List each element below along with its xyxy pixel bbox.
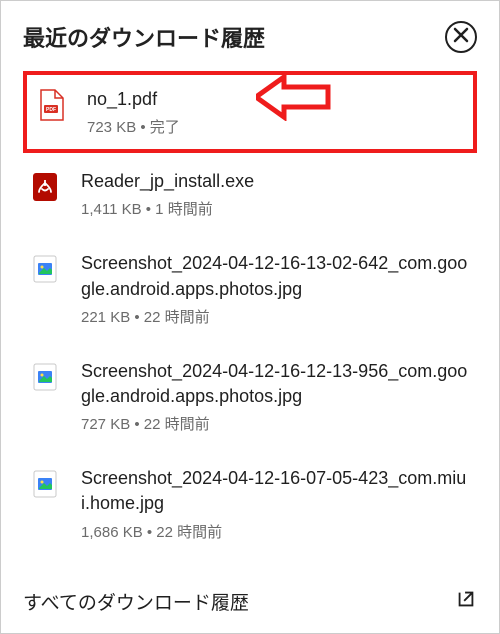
download-item[interactable]: Screenshot_2024-04-12-16-12-13-956_com.g… bbox=[23, 349, 477, 444]
close-button[interactable] bbox=[445, 21, 477, 53]
file-name: Screenshot_2024-04-12-16-07-05-423_com.m… bbox=[81, 466, 469, 516]
file-info: Screenshot_2024-04-12-16-07-05-423_com.m… bbox=[81, 466, 469, 541]
file-name: Screenshot_2024-04-12-16-13-02-642_com.g… bbox=[81, 251, 469, 301]
image-icon bbox=[31, 361, 59, 393]
image-icon bbox=[31, 253, 59, 285]
file-name: Reader_jp_install.exe bbox=[81, 169, 469, 194]
download-item[interactable]: Reader_jp_install.exe 1,411 KB • 1 時間前 bbox=[23, 159, 477, 229]
view-all-link[interactable]: すべてのダウンロード履歴 bbox=[23, 588, 477, 615]
file-meta: 1,411 KB • 1 時間前 bbox=[81, 198, 469, 219]
file-meta: 221 KB • 22 時間前 bbox=[81, 306, 469, 327]
view-all-label: すべてのダウンロード履歴 bbox=[23, 588, 249, 615]
file-info: Screenshot_2024-04-12-16-12-13-956_com.g… bbox=[81, 359, 469, 434]
download-item[interactable]: Screenshot_2024-04-12-16-13-02-642_com.g… bbox=[23, 241, 477, 336]
external-link-icon bbox=[455, 588, 477, 615]
file-meta: 727 KB • 22 時間前 bbox=[81, 413, 469, 434]
pdf-solid-icon bbox=[31, 171, 59, 203]
download-list: PDFno_1.pdf723 KB • 完了 Reader_jp_install.… bbox=[23, 71, 477, 552]
svg-text:PDF: PDF bbox=[46, 107, 56, 113]
download-item[interactable]: PDFno_1.pdf723 KB • 完了 bbox=[23, 71, 477, 153]
close-icon bbox=[453, 27, 469, 48]
download-item[interactable]: Screenshot_2024-04-12-16-07-05-423_com.m… bbox=[23, 456, 477, 551]
annotation-arrow bbox=[256, 73, 331, 121]
pdf-outline-icon: PDF bbox=[37, 89, 65, 121]
file-name: Screenshot_2024-04-12-16-12-13-956_com.g… bbox=[81, 359, 469, 409]
file-info: Screenshot_2024-04-12-16-13-02-642_com.g… bbox=[81, 251, 469, 326]
panel-title: 最近のダウンロード履歴 bbox=[23, 21, 265, 53]
file-meta: 1,686 KB • 22 時間前 bbox=[81, 521, 469, 542]
file-info: Reader_jp_install.exe 1,411 KB • 1 時間前 bbox=[81, 169, 469, 219]
image-icon bbox=[31, 468, 59, 500]
